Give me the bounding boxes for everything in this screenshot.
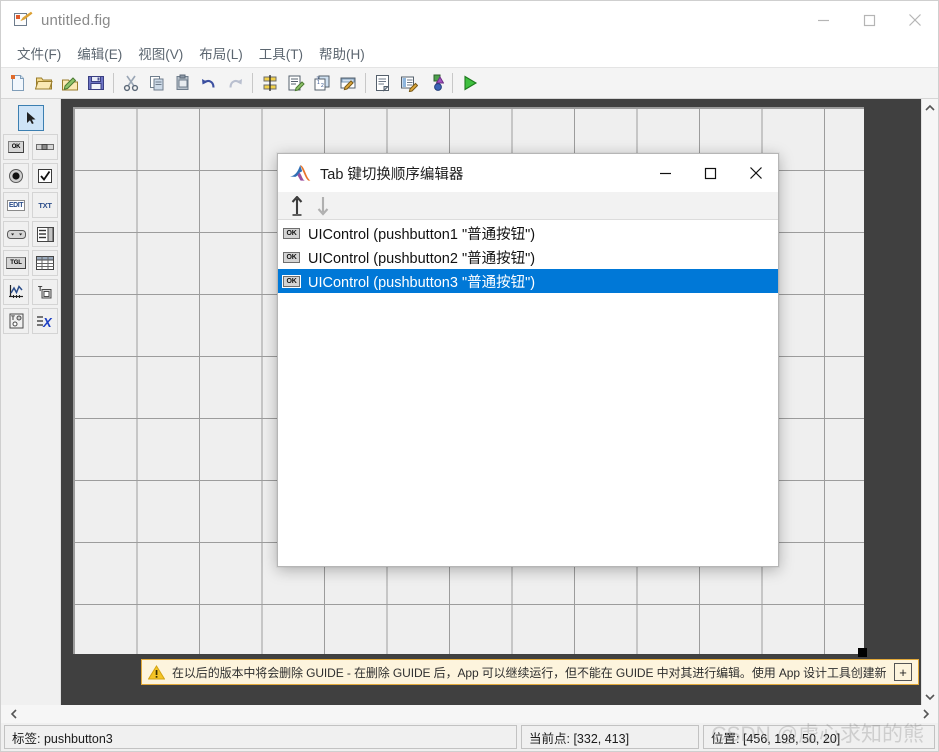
palette-check-box[interactable] (32, 163, 58, 189)
guide-main-window: untitled.fig 文件(F) 编辑(E) 视图(V) 布局(L) 工具(… (0, 0, 939, 752)
status-current-point-field: 当前点: [332, 413] (521, 725, 699, 749)
open-in-editor-icon[interactable] (57, 70, 83, 96)
list-item-label: UIControl (pushbutton2 "普通按钮") (308, 250, 536, 267)
menu-tools[interactable]: 工具(T) (251, 40, 311, 66)
object-browser-icon[interactable] (422, 70, 448, 96)
palette-listbox[interactable] (32, 221, 58, 247)
dialog-titlebar: Tab 键切换顺序编辑器 (278, 154, 778, 192)
scroll-up-icon[interactable] (922, 99, 939, 116)
warning-text: 在以后的版本中将会删除 GUIDE - 在删除 GUIDE 后，App 可以继续… (172, 665, 888, 680)
palette-axes[interactable] (3, 279, 29, 305)
move-up-arrow-icon[interactable] (284, 193, 310, 219)
warning-triangle-icon (148, 664, 165, 680)
close-button[interactable] (892, 1, 938, 39)
status-position-field: 位置: [456, 198, 50, 20] (703, 725, 935, 749)
palette-table[interactable] (32, 250, 58, 276)
move-down-arrow-icon (310, 193, 336, 219)
dialog-title: Tab 键切换顺序编辑器 (320, 166, 464, 183)
svg-text:2: 2 (321, 83, 324, 89)
redo-icon[interactable] (222, 70, 248, 96)
palette-push-button-label: OK (7, 141, 25, 153)
undo-icon[interactable] (196, 70, 222, 96)
palette-select-arrow[interactable] (17, 105, 44, 131)
component-palette: OK EDIT TXT TGL T T X (1, 99, 61, 705)
toolbar-separator-4 (452, 73, 453, 93)
menu-edit[interactable]: 编辑(E) (69, 40, 130, 66)
list-item[interactable]: OK UIControl (pushbutton1 "普通按钮") (278, 221, 778, 245)
dialog-minimize-button[interactable] (643, 154, 688, 192)
dialog-close-button[interactable] (733, 154, 778, 192)
uicontrol-pushbutton-icon: OK (282, 226, 301, 240)
paste-icon[interactable] (170, 70, 196, 96)
figure-resize-handle[interactable] (858, 648, 867, 657)
matlab-logo-icon (289, 164, 311, 182)
menu-layout[interactable]: 布局(L) (191, 40, 251, 66)
toolbar-editor-icon[interactable] (335, 70, 361, 96)
dialog-window-controls (643, 154, 778, 192)
maximize-button[interactable] (846, 1, 892, 39)
toolbar-separator-1 (113, 73, 114, 93)
menu-editor-icon[interactable] (283, 70, 309, 96)
menu-help[interactable]: 帮助(H) (311, 40, 373, 66)
m-file-editor-icon[interactable] (370, 70, 396, 96)
window-controls (800, 1, 938, 39)
save-icon[interactable] (83, 70, 109, 96)
statusbar: 标签: pushbutton3 当前点: [332, 413] 位置: [456… (1, 723, 938, 751)
copy-icon[interactable] (144, 70, 170, 96)
property-inspector-icon[interactable] (396, 70, 422, 96)
minimize-button[interactable] (800, 1, 846, 39)
svg-text:X: X (42, 315, 53, 329)
main-toolbar: 1 2 3 (1, 68, 938, 99)
palette-toggle-button-label: TGL (6, 257, 26, 269)
list-item[interactable]: OK UIControl (pushbutton3 "普通按钮") (278, 269, 778, 293)
palette-push-button[interactable]: OK (3, 134, 29, 160)
tab-order-list[interactable]: OK UIControl (pushbutton1 "普通按钮") OK UIC… (278, 220, 778, 566)
svg-text:1: 1 (317, 80, 320, 86)
cut-icon[interactable] (118, 70, 144, 96)
scroll-left-icon[interactable] (5, 706, 22, 723)
main-titlebar: untitled.fig (1, 1, 938, 39)
palette-toggle-button[interactable]: TGL (3, 250, 29, 276)
align-objects-icon[interactable] (257, 70, 283, 96)
tab-order-editor-icon[interactable]: 1 2 3 (309, 70, 335, 96)
list-item-label: UIControl (pushbutton1 "普通按钮") (308, 226, 536, 243)
palette-edit-text[interactable]: EDIT (3, 192, 29, 218)
canvas-horizontal-scrollbar[interactable] (1, 705, 938, 723)
uicontrol-pushbutton-icon: OK (282, 274, 301, 288)
warning-expand-button[interactable]: + (894, 663, 912, 681)
guide-deprecation-warning: 在以后的版本中将会删除 GUIDE - 在删除 GUIDE 后，App 可以继续… (141, 659, 919, 685)
toolbar-separator-3 (365, 73, 366, 93)
palette-radio-button[interactable] (3, 163, 29, 189)
palette-button-group[interactable]: T (3, 308, 29, 334)
svg-text:T: T (11, 315, 15, 322)
palette-activex-control[interactable]: X (32, 308, 58, 334)
status-tag-field: 标签: pushbutton3 (4, 725, 517, 749)
figure-file-icon (13, 11, 31, 29)
dialog-maximize-button[interactable] (688, 154, 733, 192)
list-item-label: UIControl (pushbutton3 "普通按钮") (308, 274, 536, 291)
toolbar-separator-2 (252, 73, 253, 93)
scroll-right-icon[interactable] (917, 706, 934, 723)
menu-view[interactable]: 视图(V) (130, 40, 191, 66)
list-item[interactable]: OK UIControl (pushbutton2 "普通按钮") (278, 245, 778, 269)
open-folder-icon[interactable] (31, 70, 57, 96)
menu-file[interactable]: 文件(F) (9, 40, 69, 66)
palette-static-text[interactable]: TXT (32, 192, 58, 218)
palette-panel[interactable]: T (32, 279, 58, 305)
canvas-vertical-scrollbar[interactable] (921, 99, 938, 705)
palette-pop-up-menu[interactable] (3, 221, 29, 247)
window-title: untitled.fig (41, 11, 111, 29)
tab-order-editor-dialog[interactable]: Tab 键切换顺序编辑器 OK UIControl (pushbutton1 "… (277, 153, 779, 567)
new-figure-icon[interactable] (5, 70, 31, 96)
uicontrol-pushbutton-icon: OK (282, 250, 301, 264)
scroll-down-icon[interactable] (922, 688, 939, 705)
palette-slider[interactable] (32, 134, 58, 160)
menubar: 文件(F) 编辑(E) 视图(V) 布局(L) 工具(T) 帮助(H) (1, 39, 938, 68)
dialog-toolbar (278, 192, 778, 220)
run-icon[interactable] (457, 70, 483, 96)
